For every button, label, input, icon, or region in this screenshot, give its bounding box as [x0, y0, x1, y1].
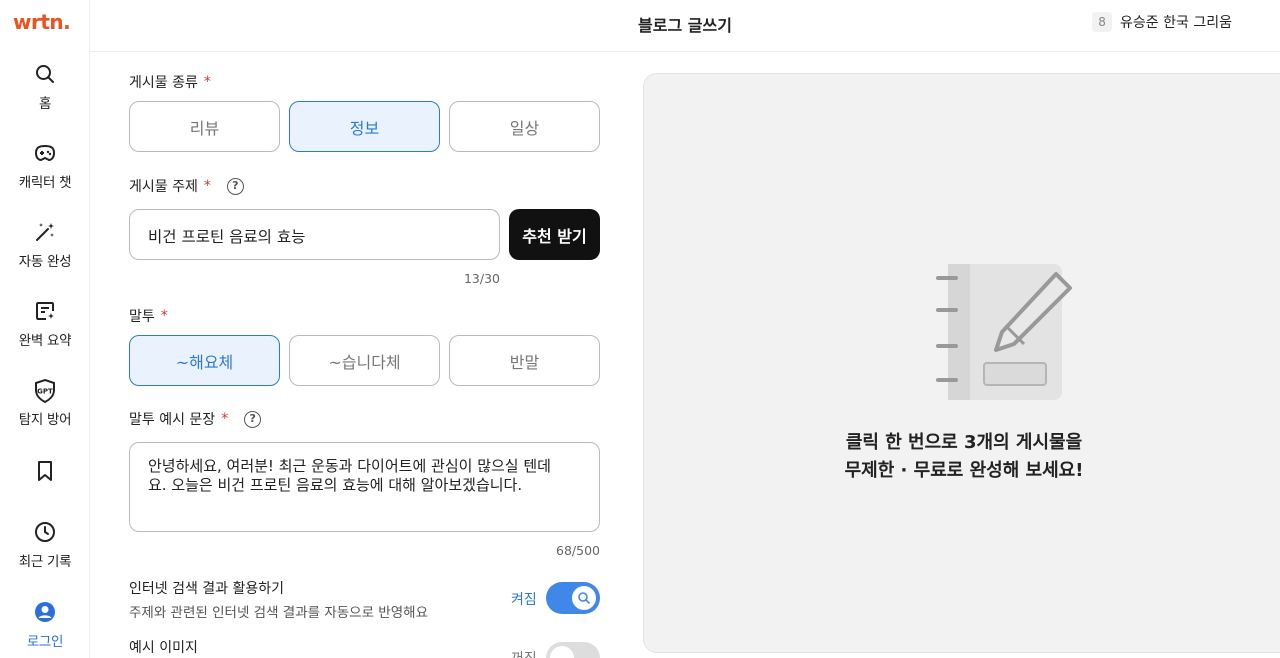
internet-search-state: 켜짐: [511, 592, 537, 608]
required-mark: *: [203, 74, 211, 90]
internet-search-title: 인터넷 검색 결과 활용하기: [129, 581, 285, 597]
sidebar-item-label: 탐지 방어: [18, 412, 72, 428]
internet-search-description: 주제와 관련된 인터넷 검색 결과를 자동으로 반영해요: [129, 605, 428, 621]
help-icon[interactable]: ?: [244, 410, 262, 428]
sidebar-item-summary[interactable]: 완벽 요약: [0, 299, 90, 349]
required-mark: *: [203, 178, 211, 194]
summary-doc-icon: [36, 302, 54, 320]
tone-example-counter: 68/500: [556, 543, 600, 558]
tone-example-line: 요. 오늘은 비건 프로틴 음료의 효능에 대해 알아보겠습니다.: [148, 476, 523, 494]
sidebar-item-character-chat[interactable]: 캐릭터 챗: [0, 141, 90, 191]
toggle-knob: [572, 586, 596, 610]
help-icon[interactable]: ?: [226, 177, 244, 195]
example-image-state: 꺼짐: [511, 648, 537, 658]
example-image-toggle[interactable]: [546, 642, 600, 658]
user-area[interactable]: 8 유승준 한국 그리움: [1092, 12, 1232, 32]
user-name: 유승준 한국 그리움: [1120, 15, 1232, 31]
top-header: 블로그 글쓰기 8 유승준 한국 그리움: [90, 0, 1280, 52]
tone-example-line: 안녕하세요, 여러분! 최근 운동과 다이어트에 관심이 많으실 텐데: [148, 457, 551, 475]
gamepad-icon: [34, 144, 56, 162]
internet-search-toggle[interactable]: [546, 582, 600, 614]
example-image-title: 예시 이미지: [129, 640, 198, 656]
required-mark: *: [221, 411, 229, 427]
tone-label: 말투 *: [129, 308, 168, 325]
topic-counter: 13/30: [463, 271, 500, 286]
preview-line: 클릭 한 번으로 3개의 게시물을: [845, 432, 1083, 453]
sidebar-item-detection-defense[interactable]: GPT 탐지 방어: [0, 378, 90, 428]
svg-text:GPT: GPT: [37, 388, 53, 396]
bookmark-icon: [38, 461, 52, 481]
sidebar-item-autocomplete[interactable]: 자동 완성: [0, 220, 90, 270]
preview-message: 클릭 한 번으로 3개의 게시물을 무제한 · 무료로 완성해 보세요!: [604, 429, 1280, 485]
topic-label: 게시물 주제 * ?: [129, 176, 244, 196]
search-icon: [578, 592, 590, 604]
sidebar-item-label: 자동 완성: [18, 254, 72, 270]
wrtn-logo[interactable]: wrtn.: [13, 10, 71, 34]
toggle-knob: [550, 646, 574, 658]
preview-panel: 클릭 한 번으로 3개의 게시물을 무제한 · 무료로 완성해 보세요!: [643, 73, 1280, 653]
topic-input[interactable]: 비건 프로틴 음료의 효능: [129, 209, 500, 260]
sidebar-item-home[interactable]: 홈: [0, 62, 90, 112]
sidebar-item-label: 로그인: [26, 634, 64, 650]
recommend-button[interactable]: 추천 받기: [509, 209, 600, 260]
search-icon: [36, 65, 54, 83]
user-circle-icon: [35, 602, 55, 622]
sidebar: wrtn. 홈 캐릭터 챗 자동 완성 완벽 요약 GPT 탐지 방어 최근 기…: [0, 0, 90, 658]
tone-option-banmal[interactable]: 반말: [449, 335, 600, 386]
sidebar-item-bookmark[interactable]: [0, 459, 90, 483]
tone-option-seumnida[interactable]: ~습니다체: [289, 335, 440, 386]
sidebar-item-label: 캐릭터 챗: [18, 175, 72, 191]
post-type-label: 게시물 종류 *: [129, 74, 211, 91]
sidebar-item-label: 최근 기록: [18, 554, 72, 570]
post-type-option-review[interactable]: 리뷰: [129, 101, 280, 152]
notebook-pencil-icon: [936, 264, 1072, 400]
preview-line: 무제한 · 무료로 완성해 보세요!: [844, 460, 1084, 481]
count-badge: 8: [1092, 12, 1113, 32]
sidebar-item-login[interactable]: 로그인: [0, 600, 90, 650]
tone-example-label: 말투 예시 문장 * ?: [129, 409, 262, 429]
sidebar-item-label: 홈: [38, 96, 52, 112]
gpt-shield-icon: GPT: [35, 378, 55, 404]
required-mark: *: [160, 308, 168, 324]
magic-wand-icon: [36, 223, 54, 241]
clock-icon: [35, 522, 55, 542]
tone-example-textarea[interactable]: 안녕하세요, 여러분! 최근 운동과 다이어트에 관심이 많으실 텐데 요. 오…: [129, 442, 600, 532]
tone-option-haeyo[interactable]: ~해요체: [129, 335, 280, 386]
post-type-option-info[interactable]: 정보: [289, 101, 440, 152]
sidebar-item-recent[interactable]: 최근 기록: [0, 520, 90, 570]
sidebar-item-label: 완벽 요약: [18, 333, 72, 349]
post-type-option-daily[interactable]: 일상: [449, 101, 600, 152]
